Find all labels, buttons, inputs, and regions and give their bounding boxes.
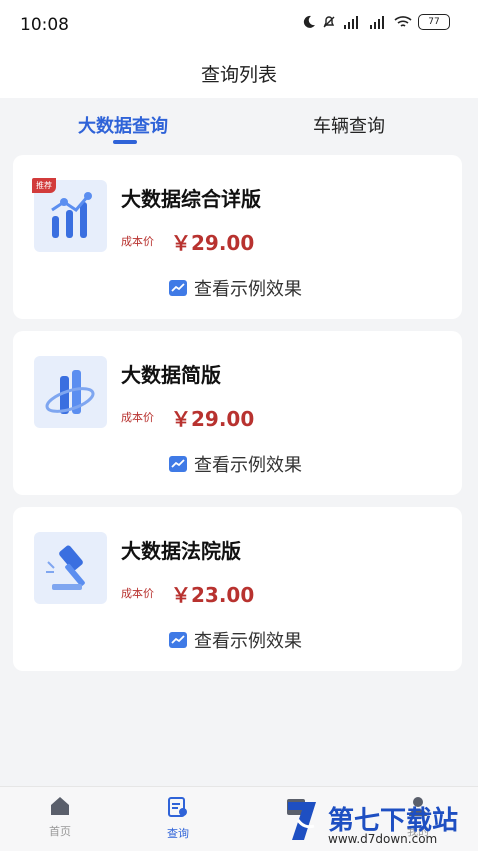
view-example-label: 查看示例效果	[194, 631, 302, 652]
query-document-icon	[168, 797, 187, 817]
price: ￥29.00	[171, 407, 255, 431]
view-example-label: 查看示例效果	[194, 279, 302, 300]
battery-indicator: 77	[418, 14, 450, 30]
product-card-court[interactable]: 大数据法院版 成本价 ￥23.00 查看示例效果	[13, 507, 462, 671]
product-card-simple[interactable]: 大数据简版 成本价 ￥29.00 查看示例效果	[13, 331, 462, 495]
signal-icon	[370, 16, 384, 29]
price: ￥23.00	[171, 583, 255, 607]
product-thumbnail: 推荐	[32, 178, 107, 252]
product-thumbnail	[34, 532, 107, 604]
cost-label: 成本价	[121, 587, 154, 600]
line-chart-icon	[169, 456, 187, 472]
nav-label: 首页	[49, 825, 71, 838]
gavel-icon	[46, 545, 85, 590]
view-example-label: 查看示例效果	[194, 455, 302, 476]
nav-home[interactable]: 首页	[30, 795, 90, 839]
product-card-comprehensive[interactable]: 推荐 大数据综合详版 成本价 ￥29.00 查看示例效果	[13, 155, 462, 319]
card-title: 大数据法院版	[121, 539, 241, 563]
nav-label: 查询	[167, 827, 189, 840]
tab-indicator	[113, 140, 137, 144]
bars-orbit-icon	[45, 370, 95, 414]
status-icons: 77	[302, 14, 450, 30]
line-chart-icon	[169, 280, 187, 296]
watermark: 第七下载站 www.d7down.com	[282, 796, 478, 850]
recommend-badge: 推荐	[32, 178, 56, 193]
tab-bigdata[interactable]: 大数据查询	[78, 112, 168, 138]
tab-bar: 大数据查询 车辆查询	[0, 98, 478, 150]
cost-label: 成本价	[121, 411, 154, 424]
nav-query[interactable]: 查询	[148, 795, 208, 841]
product-thumbnail	[34, 356, 107, 428]
page-title: 查询列表	[200, 64, 277, 86]
card-title: 大数据简版	[121, 363, 221, 387]
cost-label: 成本价	[121, 235, 154, 248]
view-example-button[interactable]: 查看示例效果	[168, 275, 302, 301]
card-title: 大数据综合详版	[121, 187, 261, 211]
wifi-icon	[394, 16, 412, 27]
line-chart-icon	[169, 632, 187, 648]
view-example-button[interactable]: 查看示例效果	[168, 627, 302, 653]
status-time: 10:08	[20, 15, 69, 35]
home-icon	[51, 797, 69, 815]
tab-vehicle[interactable]: 车辆查询	[313, 112, 385, 138]
signal-icon	[344, 16, 358, 29]
status-bar: 10:08 77	[0, 0, 478, 52]
watermark-logo	[288, 802, 316, 840]
view-example-button[interactable]: 查看示例效果	[168, 451, 302, 477]
moon-icon	[303, 15, 315, 28]
price: ￥29.00	[171, 231, 255, 255]
mute-bell-icon	[323, 16, 335, 28]
watermark-url: www.d7down.com	[328, 832, 438, 846]
